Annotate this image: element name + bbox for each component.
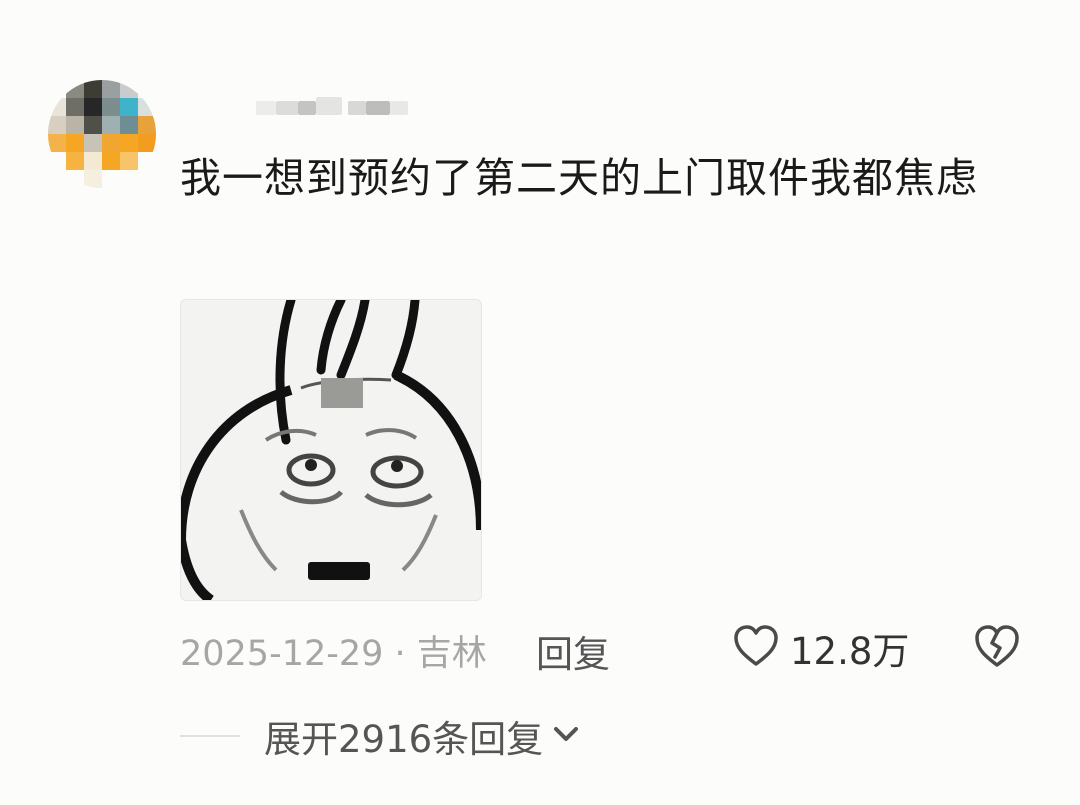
comment-item: 我一想到预约了第二天的上门取件我都焦虑 2025-12-29 · 吉林 回复 1… [0,0,1080,805]
reply-button[interactable]: 回复 [536,624,610,678]
comment-meta-row: 2025-12-29 · 吉林 回复 12.8万 [180,620,1040,676]
broken-heart-icon [972,625,1022,674]
comment-date-location: 2025-12-29 · 吉林 [180,634,487,674]
like-count: 12.8万 [790,630,910,673]
comment-text: 我一想到预约了第二天的上门取件我都焦虑 [180,154,978,202]
like-button[interactable]: 12.8万 [732,620,909,676]
expand-replies-button[interactable]: 展开2916条回复 [264,708,583,764]
dislike-button[interactable] [972,622,1022,674]
sticker-image[interactable] [180,299,482,601]
username-redacted[interactable] [256,95,416,121]
chevron-down-icon [543,717,583,755]
divider-line [180,735,240,737]
expand-replies-label: 展开2916条回复 [264,718,544,761]
expand-replies-row: 展开2916条回复 [180,708,700,764]
heart-outline-icon [732,623,780,673]
avatar[interactable] [48,80,156,188]
